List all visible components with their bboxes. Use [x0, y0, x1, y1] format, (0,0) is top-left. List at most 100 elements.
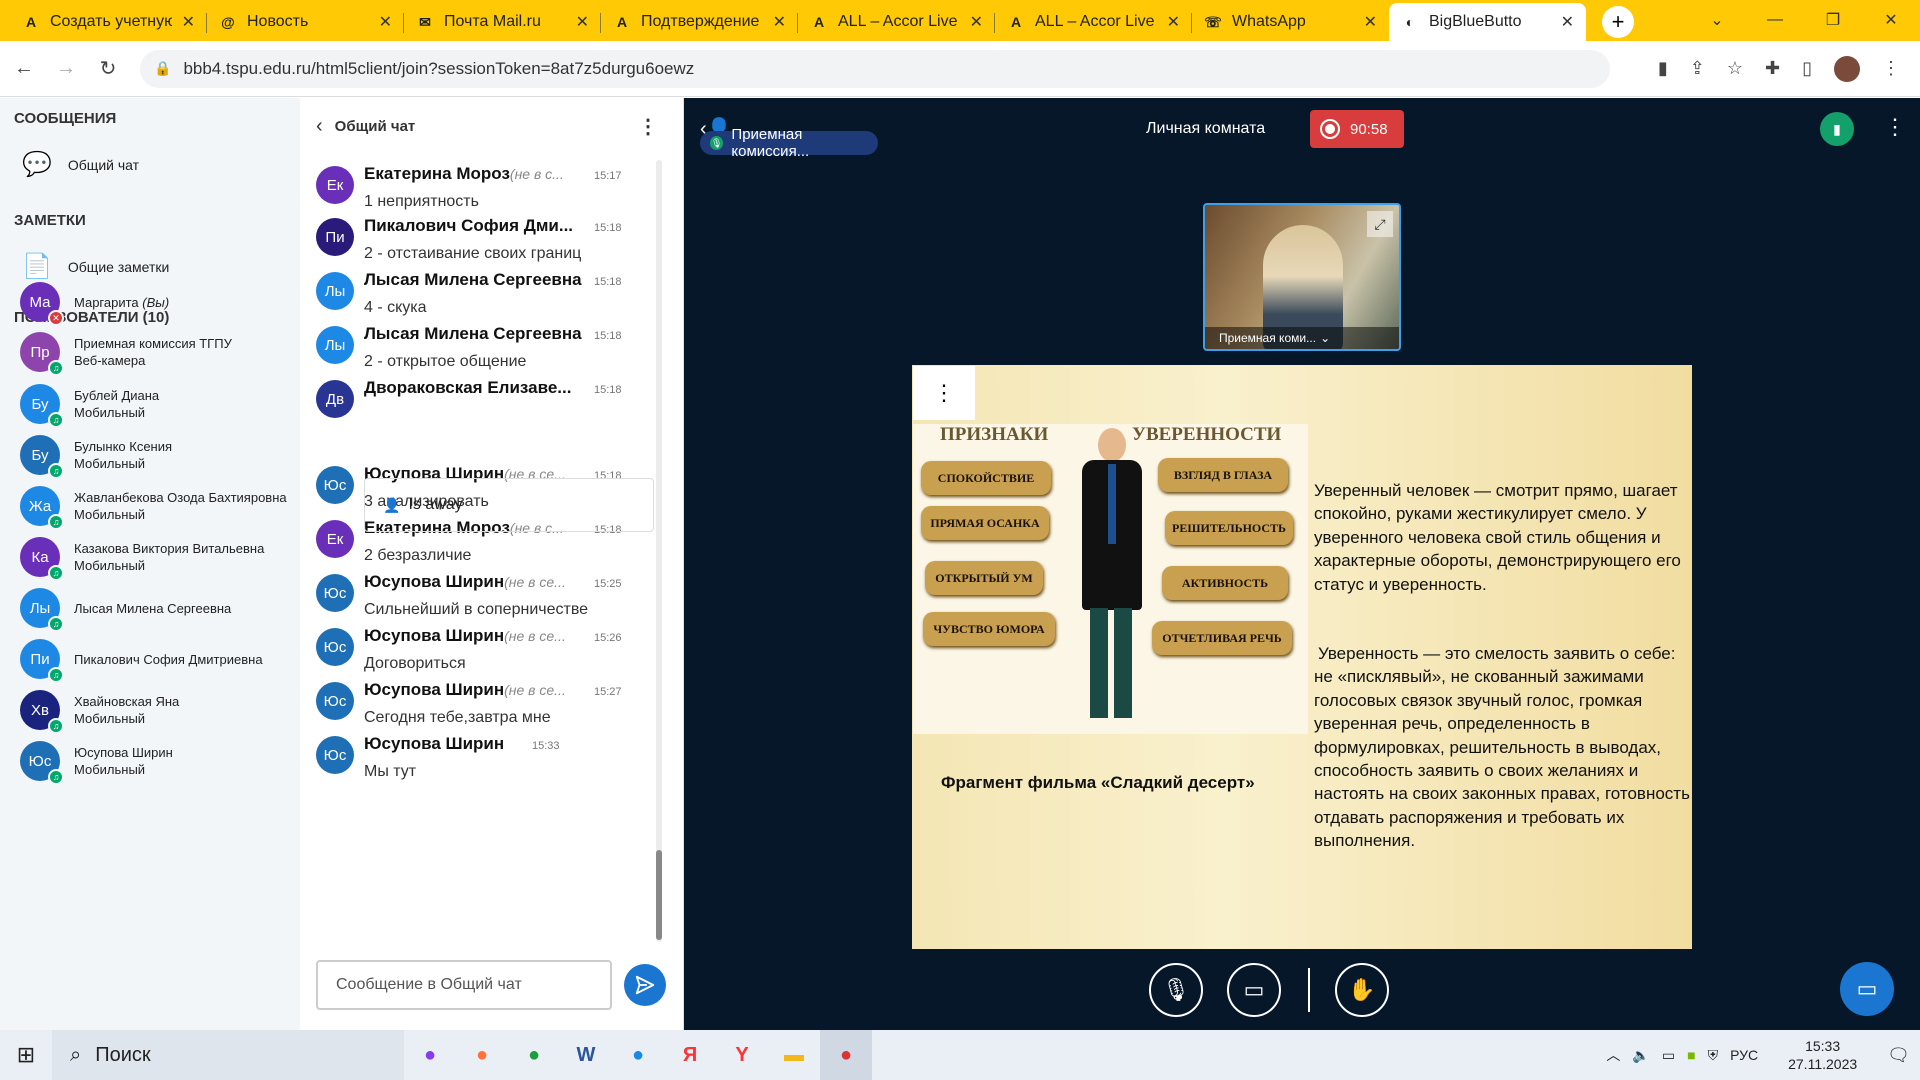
browser-tab[interactable]: @ Новость ✕ [207, 3, 404, 41]
chrome-icon[interactable]: ● [508, 1030, 560, 1080]
new-tab-button[interactable]: + [1602, 6, 1634, 38]
browser-tab[interactable]: A Создать учетную ✕ [10, 3, 207, 41]
presenter-pill[interactable]: 🎙 Приемная комиссия... [700, 126, 878, 160]
close-tab-icon[interactable]: ✕ [576, 12, 589, 32]
browser-tab[interactable]: A ALL – Accor Live ✕ [798, 3, 995, 41]
user-list-item[interactable]: Бу ♫ Бублей Диана Мобильный [20, 384, 159, 428]
chat-message: Юс Юсупова Ширин(не в се... 15:27 Сегодня т… [316, 676, 646, 738]
chat-header: ‹ Общий чат ⋮ [300, 98, 684, 154]
volume-icon[interactable]: 🔈 [1632, 1047, 1649, 1064]
user-list-item[interactable]: Пи ♫ Пикалович София Дмитриевна [20, 639, 263, 683]
close-tab-icon[interactable]: ✕ [970, 12, 983, 32]
forward-icon[interactable]: → [48, 57, 84, 80]
shield-icon[interactable]: ⛨ [1708, 1047, 1719, 1064]
connection-status-button[interactable]: ▮ [1820, 112, 1854, 146]
taskbar-search[interactable]: ⌕ Поиск [52, 1030, 404, 1080]
tab-favicon-icon: ✉ [419, 13, 431, 30]
mute-button[interactable]: 🎙 [1149, 963, 1203, 1017]
close-tab-icon[interactable]: ✕ [182, 12, 195, 32]
presentation-toggle-button[interactable]: ▭ [1840, 962, 1894, 1016]
tab-title: Создать учетную [50, 13, 172, 30]
author-name: Юсупова Ширин [364, 572, 505, 591]
avatar-initials: Пр [30, 343, 50, 361]
menu-icon[interactable]: ⋮ [1882, 58, 1900, 79]
nvidia-icon[interactable]: ■ [1687, 1047, 1695, 1063]
avatar-initials: Ма [29, 293, 51, 311]
user-device: Веб-камера [74, 353, 146, 368]
user-list-item[interactable]: Лы ♫ Лысая Милена Сергеевна [20, 588, 231, 632]
chevron-down-icon[interactable]: ⌄ [1320, 331, 1330, 345]
user-list-item[interactable]: Жа ♫ Жавланбекова Озода Бахтияровна Мобиль… [20, 486, 287, 530]
close-tab-icon[interactable]: ✕ [1167, 12, 1180, 32]
file-explorer-icon[interactable]: ▬ [768, 1030, 820, 1080]
app-icon[interactable]: ● [404, 1030, 456, 1080]
browser-tab[interactable]: A ALL – Accor Live ✕ [995, 3, 1192, 41]
browser-tab[interactable]: A Подтверждение ✕ [601, 3, 798, 41]
user-list-item[interactable]: Ка ♫ Казакова Виктория Витальевна Мобильны… [20, 537, 264, 581]
yandex-browser-icon[interactable]: Y [716, 1030, 768, 1080]
profile-avatar[interactable] [1834, 55, 1860, 82]
close-tab-icon[interactable]: ✕ [773, 12, 786, 32]
message-author: Юсупова Ширин(не в се... [364, 680, 566, 700]
minimize-icon[interactable]: — [1746, 0, 1804, 40]
language-indicator[interactable]: РУС [1730, 1047, 1758, 1063]
user-name: Хвайновская Яна [74, 694, 180, 709]
word-icon[interactable]: W [560, 1030, 612, 1080]
yandex-icon[interactable]: Я [664, 1030, 716, 1080]
reload-icon[interactable]: ↻ [90, 56, 126, 81]
record-timer: 90:58 [1350, 120, 1388, 138]
close-tab-icon[interactable]: ✕ [1364, 12, 1377, 32]
user-device: Мобильный [74, 558, 146, 573]
close-tab-icon[interactable]: ✕ [1561, 12, 1574, 32]
fullscreen-icon[interactable]: ⤢ [1367, 211, 1393, 237]
chat-message: Юс Юсупова Ширин(не в се... 15:26 Договорит… [316, 622, 646, 684]
windows-start-icon[interactable]: ⊞ [0, 1030, 52, 1080]
extensions-icon[interactable]: ✚ [1765, 58, 1780, 79]
shared-notes-item[interactable]: 📄 Общие заметки [0, 252, 191, 281]
message-text: Сегодня тебе,завтра мне [364, 709, 551, 726]
user-list-item[interactable]: Юс ♫ Юсупова Ширин Мобильный [20, 741, 173, 785]
tray-chevron-icon[interactable]: ︿ [1606, 1045, 1620, 1065]
url-field[interactable]: 🔒 bbb4.tspu.edu.ru/html5client/join?sess… [140, 49, 1610, 88]
chat-message-input[interactable]: Сообщение в Общий чат [316, 960, 612, 1010]
raise-hand-button[interactable]: ✋ [1335, 963, 1389, 1017]
slide-menu-button[interactable]: ⋮ [913, 366, 975, 420]
network-icon[interactable]: ▭ [1662, 1047, 1675, 1064]
firefox-icon[interactable]: ● [456, 1030, 508, 1080]
user-list-item[interactable]: Хв ♫ Хвайновская Яна Мобильный [20, 690, 180, 734]
audio-status-icon: ♫ [48, 514, 64, 530]
chevron-left-icon[interactable]: ‹ [316, 115, 323, 138]
sidepanel-icon[interactable]: ▯ [1802, 58, 1812, 79]
browser-tab[interactable]: ✉ Почта Mail.ru ✕ [404, 3, 601, 41]
browser-tab[interactable]: ◐ BigBlueButto ✕ [1389, 3, 1586, 41]
edge-icon[interactable]: ● [612, 1030, 664, 1080]
recording-indicator[interactable]: 90:58 [1310, 110, 1404, 148]
camera-blocked-icon[interactable]: ▮ [1658, 58, 1668, 79]
message-time: 15:26 [594, 632, 622, 644]
clock[interactable]: 15:33 27.11.2023 [1788, 1037, 1857, 1073]
meeting-options-icon[interactable]: ⋮ [1884, 114, 1906, 140]
tab-search-icon[interactable]: ⌄ [1688, 0, 1746, 40]
webcam-tile[interactable]: ⤢ Приемная коми... ⌄ [1203, 203, 1401, 351]
chat-options-icon[interactable]: ⋮ [638, 114, 658, 139]
user-list-item[interactable]: Бу ♫ Булынко Ксения Мобильный [20, 435, 172, 479]
star-icon[interactable]: ☆ [1727, 58, 1743, 79]
chat-scrollbar[interactable] [656, 160, 662, 942]
message-time: 15:18 [594, 330, 622, 342]
send-button[interactable] [624, 964, 666, 1006]
tab-title: WhatsApp [1232, 13, 1306, 30]
chrome-active-icon[interactable]: ● [820, 1030, 872, 1080]
public-chat-item[interactable]: 💬 Общий чат [0, 150, 161, 179]
close-window-icon[interactable]: ✕ [1862, 0, 1920, 40]
back-icon[interactable]: ← [6, 57, 42, 80]
browser-tab[interactable]: ☏ WhatsApp ✕ [1192, 3, 1389, 41]
user-list-item[interactable]: Ма ✕ Маргарита (Вы) [20, 282, 169, 326]
camera-button[interactable]: ▭ [1227, 963, 1281, 1017]
maximize-icon[interactable]: ❐ [1804, 0, 1862, 40]
user-list-item[interactable]: Пр ♫ Приемная комиссия ТГПУ Веб-камера [20, 332, 232, 376]
share-icon[interactable]: ⇪ [1690, 58, 1705, 79]
author-status: (не в се... [504, 574, 566, 590]
message-author: Лысая Милена Сергеевна [364, 270, 582, 290]
close-tab-icon[interactable]: ✕ [379, 12, 392, 32]
notifications-icon[interactable]: 🗨 [1887, 1045, 1910, 1066]
